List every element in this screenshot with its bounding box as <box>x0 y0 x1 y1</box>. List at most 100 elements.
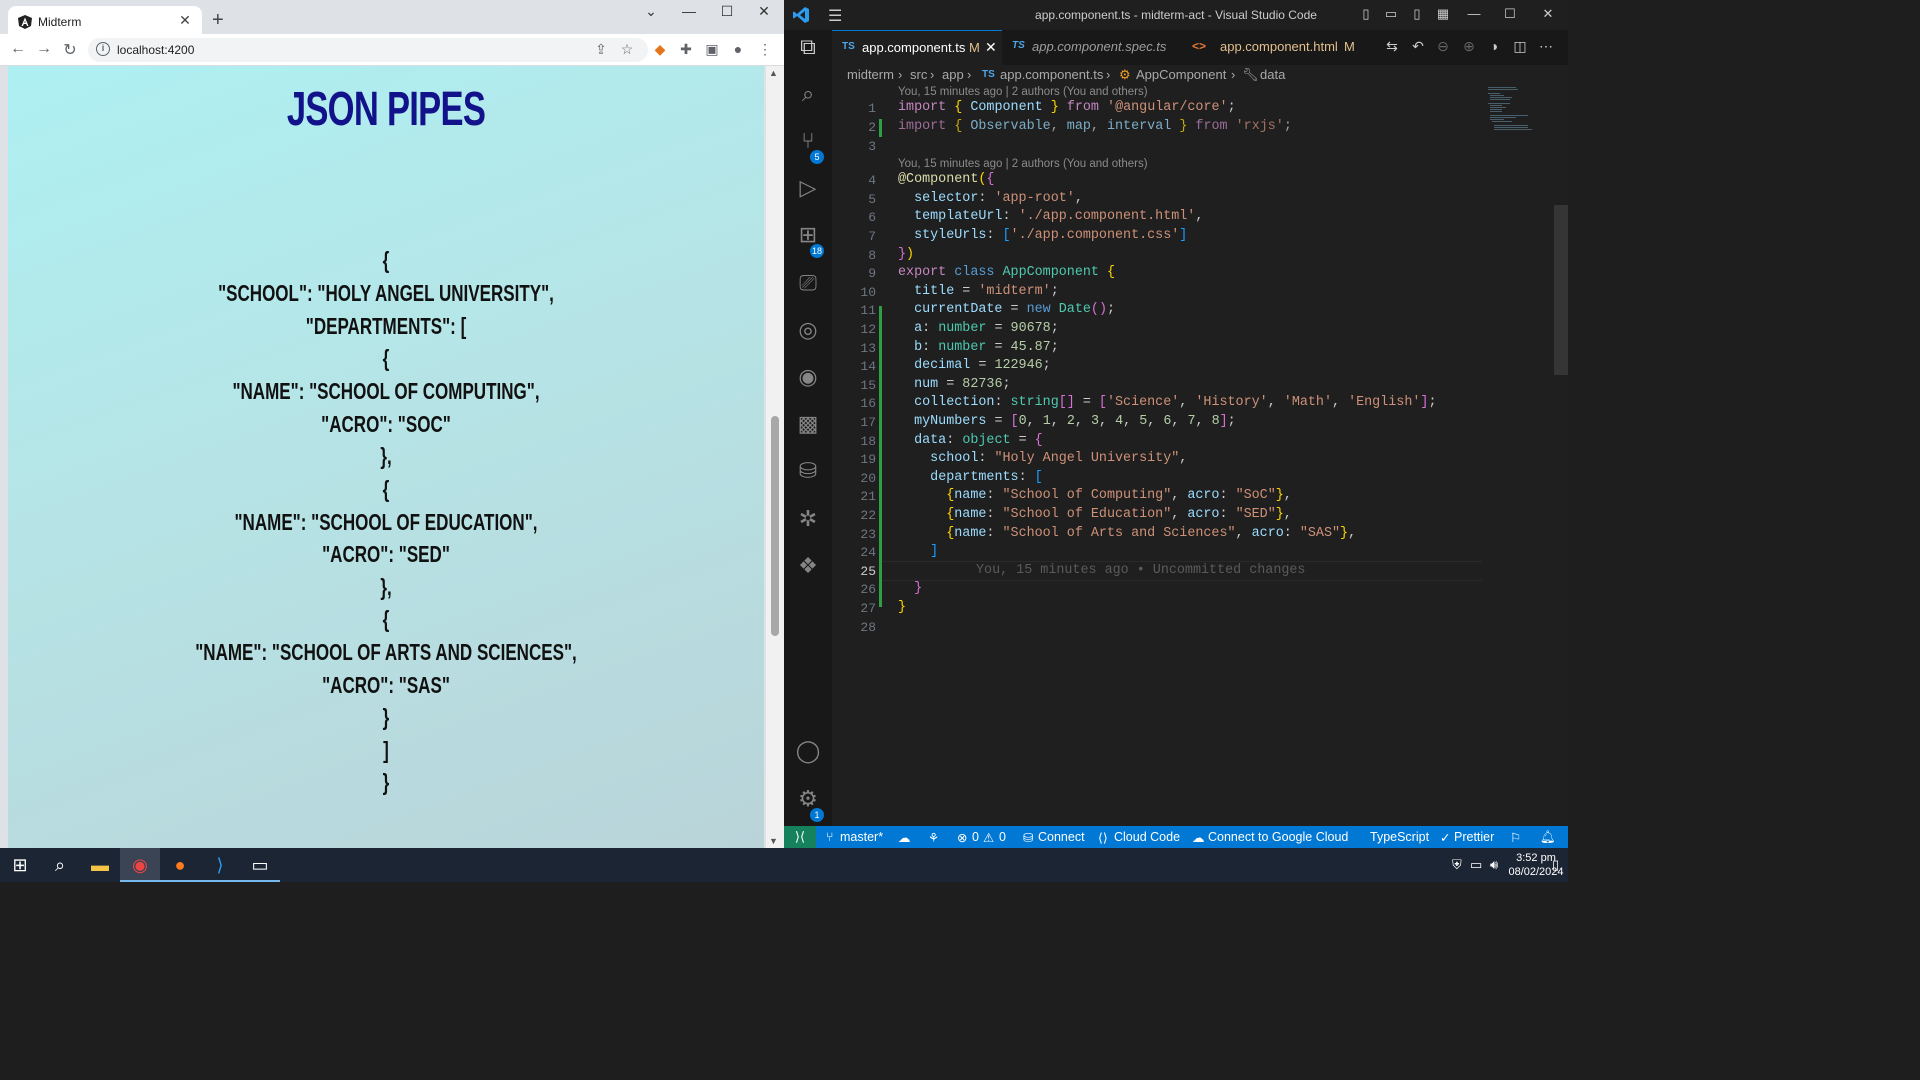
timeline-icon[interactable]: ◑ <box>1484 38 1504 54</box>
git-modified-marker <box>879 119 882 137</box>
code-line-11: currentDate = new Date(); <box>914 302 1116 317</box>
metamask-extension-icon[interactable]: ◆ <box>651 41 669 58</box>
live-share-icon[interactable]: ⚐ <box>1510 830 1521 845</box>
gitlens-icon[interactable]: ◎ <box>784 317 832 357</box>
git-graph-icon[interactable]: ⚘ <box>928 830 939 845</box>
editor-scroll-thumb[interactable] <box>1554 205 1568 375</box>
breadcrumb-item[interactable]: app.component.ts <box>1000 67 1103 82</box>
back-icon[interactable]: ← <box>8 40 28 58</box>
extensions-puzzle-icon[interactable]: ✚ <box>677 41 695 58</box>
remote-indicator-icon[interactable]: ⟩⟨ <box>784 826 816 848</box>
site-info-icon[interactable]: i <box>96 42 110 56</box>
warning-icon: ⚠ <box>983 831 995 845</box>
scroll-thumb[interactable] <box>771 416 779 636</box>
breadcrumb-item[interactable]: midterm <box>847 67 894 82</box>
firefox-icon[interactable]: ● <box>160 848 200 882</box>
kubernetes-icon[interactable]: ✲ <box>784 506 832 546</box>
volume-icon[interactable]: 🔊︎ <box>1490 857 1498 873</box>
notifications-bell-icon[interactable]: 🔔︎ <box>1540 830 1556 845</box>
vscode-close-button[interactable]: ✕ <box>1536 6 1560 22</box>
new-tab-button[interactable]: + <box>212 9 224 32</box>
json-line: { <box>382 247 390 273</box>
revert-icon[interactable]: ↶ <box>1408 38 1428 55</box>
line-number: 7 <box>868 229 876 244</box>
tab-search-icon[interactable]: ⌄ <box>633 3 669 20</box>
chrome-icon[interactable]: ◉ <box>120 848 160 882</box>
editor-scrollbar[interactable] <box>1554 85 1568 826</box>
warning-count[interactable]: 0 <box>999 830 1006 844</box>
profile-avatar-icon[interactable]: ● <box>729 41 747 57</box>
apis-icon[interactable]: ❖ <box>784 553 832 593</box>
extensions-icon[interactable]: ⊞ 18 <box>784 222 832 262</box>
google-cloud-status[interactable]: Connect to Google Cloud <box>1208 830 1348 844</box>
minimap[interactable] <box>1484 85 1554 145</box>
codelens-blame[interactable]: You, 15 minutes ago | 2 authors (You and… <box>898 158 1148 170</box>
file-explorer-icon[interactable]: ▬ <box>80 848 120 882</box>
notification-center-icon[interactable]: ▯ <box>1552 857 1559 873</box>
toggle-secondary-sidebar-icon[interactable]: ▯ <box>1405 6 1429 22</box>
customize-layout-icon[interactable]: ▦ <box>1431 6 1455 22</box>
maximize-button[interactable]: ☐ <box>709 3 745 20</box>
toggle-panel-icon[interactable]: ▭ <box>1379 6 1403 22</box>
line-number: 4 <box>868 173 876 188</box>
vscode-minimize-button[interactable]: — <box>1462 6 1486 21</box>
vscode-taskbar-icon[interactable]: ⟩ <box>200 848 240 882</box>
bookmark-star-icon[interactable]: ☆ <box>618 41 636 58</box>
security-icon[interactable]: ⛨ <box>1452 857 1462 873</box>
tab-app-component-ts[interactable]: TS app.component.ts M ✕ <box>832 30 1002 65</box>
run-debug-icon[interactable]: ▷ <box>784 175 832 215</box>
settings-gear-icon[interactable]: ⚙ 1 <box>784 786 832 826</box>
split-editor-icon[interactable]: ◫ <box>1510 38 1530 55</box>
minimize-button[interactable]: — <box>671 3 707 19</box>
sync-icon[interactable]: ☁ <box>898 830 911 845</box>
codelens-blame[interactable]: You, 15 minutes ago | 2 authors (You and… <box>898 86 1148 98</box>
windows-start-icon[interactable]: ⊞ <box>0 848 40 882</box>
breadcrumb-item[interactable]: AppComponent <box>1136 67 1226 82</box>
prettier-status[interactable]: Prettier <box>1454 830 1494 844</box>
database-icon[interactable]: ⛁ <box>784 458 832 498</box>
scroll-down-icon[interactable]: ▼ <box>769 836 778 846</box>
remote-explorer-icon[interactable]: ⎚ <box>784 270 832 310</box>
docker-icon[interactable]: ▩ <box>784 411 832 451</box>
line-number: 11 <box>860 303 876 318</box>
breadcrumb-item[interactable]: data <box>1260 67 1285 82</box>
close-window-button[interactable]: ✕ <box>746 3 782 20</box>
accounts-icon[interactable]: ◯ <box>784 738 832 778</box>
scroll-up-icon[interactable]: ▲ <box>769 68 778 78</box>
forward-icon[interactable]: → <box>34 40 54 58</box>
code-editor[interactable]: You, 15 minutes ago | 2 authors (You and… <box>832 85 1568 826</box>
source-control-icon[interactable]: ⑂ 5 <box>784 128 832 168</box>
search-icon[interactable]: ⌕ <box>40 848 80 882</box>
more-actions-icon[interactable]: ⋯ <box>1536 38 1556 55</box>
tab-app-component-html[interactable]: <> app.component.html M <box>1182 30 1362 65</box>
address-bar[interactable]: i localhost:4200 <box>88 38 648 62</box>
cloud-code-icon[interactable]: ◉ <box>784 364 832 404</box>
code-line-21: {name: "School of Computing", acro: "SoC… <box>946 488 1292 503</box>
branch-status[interactable]: master* <box>840 830 883 844</box>
error-count[interactable]: 0 <box>972 830 979 844</box>
scm-badge: 5 <box>810 150 824 164</box>
cloud-code-status[interactable]: Cloud Code <box>1114 830 1180 844</box>
toggle-sidebar-icon[interactable]: ▯ <box>1354 6 1378 22</box>
search-icon[interactable]: ⌕ <box>784 81 832 121</box>
vscode-maximize-button[interactable]: ☐ <box>1498 6 1522 22</box>
close-tab-icon[interactable]: ✕ <box>985 39 997 56</box>
breadcrumb-item[interactable]: app <box>942 67 964 82</box>
language-mode[interactable]: TypeScript <box>1370 830 1429 844</box>
side-panel-icon[interactable]: ▣ <box>703 41 721 58</box>
browser-menu-icon[interactable]: ⋮ <box>756 41 774 58</box>
page-scrollbar[interactable]: ▲ ▼ <box>766 66 784 848</box>
next-change-icon[interactable]: ⊕ <box>1459 38 1479 55</box>
line-number: 22 <box>860 508 876 523</box>
breadcrumb-item[interactable]: src <box>910 67 927 82</box>
share-icon[interactable]: ⇪ <box>592 41 610 58</box>
network-icon[interactable]: ▭ <box>1470 857 1482 873</box>
connect-status[interactable]: Connect <box>1038 830 1085 844</box>
terminal-icon[interactable]: ▭ <box>240 848 280 882</box>
close-tab-icon[interactable]: ✕ <box>176 12 194 29</box>
reload-icon[interactable]: ↻ <box>60 40 80 60</box>
tab-app-component-spec-ts[interactable]: TS app.component.spec.ts <box>1002 30 1182 65</box>
open-changes-icon[interactable]: ⇆ <box>1382 38 1402 55</box>
previous-change-icon[interactable]: ⊖ <box>1433 38 1453 55</box>
explorer-icon[interactable]: ⧉ <box>784 34 832 74</box>
